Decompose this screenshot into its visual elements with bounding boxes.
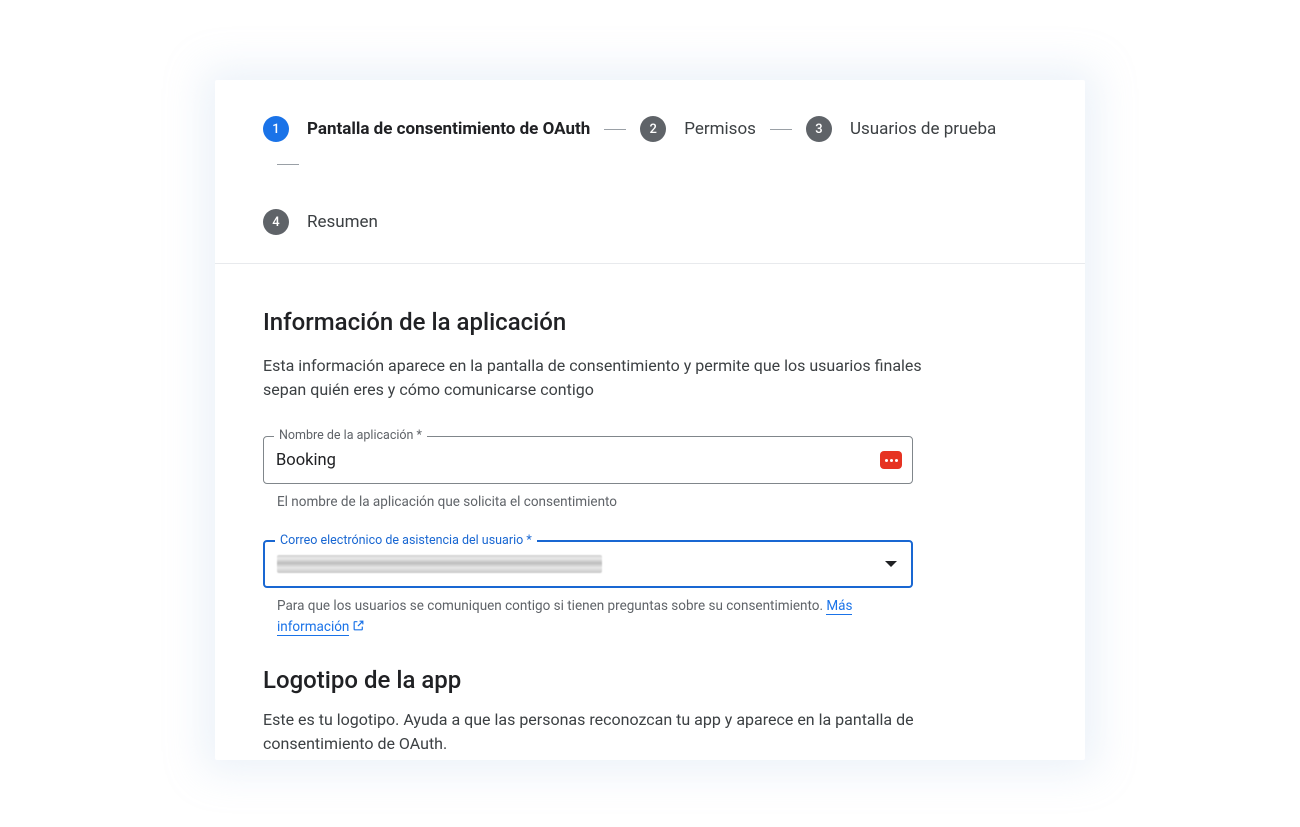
- step-number-4: 4: [263, 209, 289, 235]
- oauth-consent-card: 1 Pantalla de consentimiento de OAuth 2 …: [215, 80, 1085, 760]
- step-number-2: 2: [640, 116, 666, 142]
- step-summary[interactable]: 4 Resumen: [263, 209, 378, 235]
- stepper: 1 Pantalla de consentimiento de OAuth 2 …: [215, 80, 1085, 264]
- step-number-1: 1: [263, 116, 289, 142]
- step-separator: [604, 129, 626, 130]
- step-oauth-consent[interactable]: 1 Pantalla de consentimiento de OAuth: [263, 116, 590, 142]
- external-link-icon: [352, 618, 365, 638]
- step-separator: [277, 164, 299, 165]
- step-test-users[interactable]: 3 Usuarios de prueba: [806, 116, 996, 142]
- step-separator: [770, 129, 792, 130]
- app-name-input[interactable]: [276, 451, 900, 470]
- step-number-3: 3: [806, 116, 832, 142]
- support-email-outline[interactable]: Correo electrónico de asistencia del usu…: [263, 540, 913, 588]
- app-info-desc: Esta información aparece en la pantalla …: [263, 354, 923, 402]
- support-email-help: Para que los usuarios se comuniquen cont…: [263, 596, 883, 638]
- app-info-title: Información de la aplicación: [263, 308, 1037, 336]
- step-label: Pantalla de consentimiento de OAuth: [307, 119, 590, 139]
- app-name-outline[interactable]: Nombre de la aplicación *: [263, 436, 913, 484]
- chevron-down-icon[interactable]: [885, 561, 897, 567]
- support-email-help-text: Para que los usuarios se comuniquen cont…: [277, 598, 826, 614]
- app-name-field: Nombre de la aplicación *: [263, 436, 913, 484]
- step-label: Permisos: [684, 119, 756, 139]
- step-label: Usuarios de prueba: [850, 119, 996, 139]
- logo-desc: Este es tu logotipo. Ayuda a que las per…: [263, 708, 923, 756]
- step-label: Resumen: [307, 212, 378, 232]
- password-manager-icon[interactable]: [880, 451, 902, 469]
- app-name-label: Nombre de la aplicación *: [274, 428, 427, 443]
- support-email-field: Correo electrónico de asistencia del usu…: [263, 540, 913, 588]
- support-email-label: Correo electrónico de asistencia del usu…: [275, 533, 537, 548]
- logo-title: Logotipo de la app: [263, 666, 1037, 694]
- app-name-help: El nombre de la aplicación que solicita …: [263, 492, 883, 512]
- content-area: Información de la aplicación Esta inform…: [215, 264, 1085, 756]
- step-scopes[interactable]: 2 Permisos: [640, 116, 756, 142]
- support-email-value-redacted: [277, 555, 602, 573]
